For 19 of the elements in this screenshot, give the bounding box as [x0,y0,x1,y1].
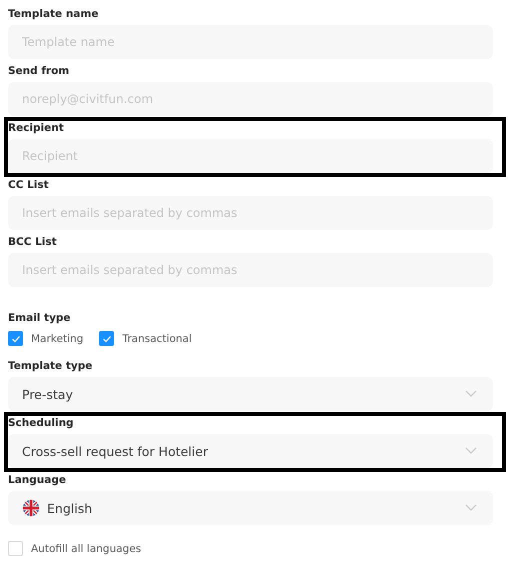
chevron-down-icon [465,447,477,455]
checkbox[interactable]: Autofill all languages [8,541,142,556]
field-label: Scheduling [8,416,75,430]
flag-icon [22,499,40,517]
field-label: Language [8,473,67,487]
field-label: Template name [8,7,100,21]
chevron-down-icon [465,390,477,398]
dropdown[interactable]: Cross-sell request for Hotelier [8,434,493,468]
chevron-down-icon [465,504,477,512]
field-label: CC List [8,178,50,192]
field-label: BCC List [8,235,58,249]
field-label: Recipient [8,121,65,135]
field-label: Email type [8,311,72,325]
dropdown[interactable]: Pre-stay [8,377,493,411]
field-label: Send from [8,64,70,78]
checkbox[interactable]: Transactional [99,331,192,346]
dropdown[interactable]: English [8,491,493,525]
checkbox[interactable]: Marketing [8,331,84,346]
field-label: Template type [8,359,94,373]
